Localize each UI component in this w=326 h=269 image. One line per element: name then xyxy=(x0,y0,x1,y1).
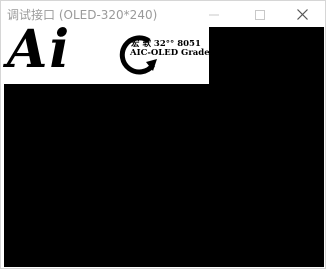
close-button[interactable] xyxy=(279,1,325,28)
maximize-button[interactable] xyxy=(237,1,283,28)
minimize-button[interactable] xyxy=(191,1,237,28)
close-icon xyxy=(296,9,308,20)
minimize-icon xyxy=(209,14,219,15)
logo-brand-text: Ai xyxy=(7,19,72,80)
debug-window: 调试接口 (OLED-320*240) Ai 宏 软 32°° 8051 AIC… xyxy=(0,0,326,269)
logo-image: Ai 宏 软 32°° 8051 AIC-OLED Grade1 xyxy=(4,19,216,84)
logo-subtitle-line2: AIC-OLED Grade1 xyxy=(130,48,216,58)
maximize-icon xyxy=(255,9,265,20)
